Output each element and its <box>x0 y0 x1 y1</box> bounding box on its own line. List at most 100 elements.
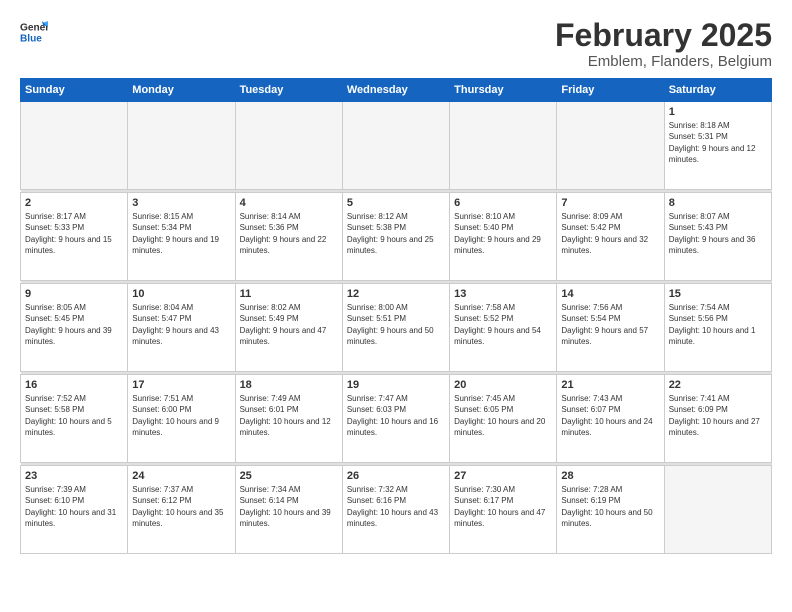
day-detail: Sunrise: 7:52 AM Sunset: 5:58 PM Dayligh… <box>25 393 123 438</box>
day-detail: Sunrise: 7:54 AM Sunset: 5:56 PM Dayligh… <box>669 302 767 347</box>
week-row-1: 1 Sunrise: 8:18 AM Sunset: 5:31 PM Daylig… <box>21 102 772 190</box>
day-cell: 23 Sunrise: 7:39 AM Sunset: 6:10 PM Dayli… <box>21 466 128 554</box>
day-detail: Sunrise: 8:02 AM Sunset: 5:49 PM Dayligh… <box>240 302 338 347</box>
day-cell: 22 Sunrise: 7:41 AM Sunset: 6:09 PM Dayli… <box>664 375 771 463</box>
day-detail: Sunrise: 7:37 AM Sunset: 6:12 PM Dayligh… <box>132 484 230 529</box>
day-number: 16 <box>25 379 123 391</box>
day-number: 10 <box>132 288 230 300</box>
day-number: 20 <box>454 379 552 391</box>
day-number: 15 <box>669 288 767 300</box>
header: General Blue February 2025 Emblem, Fland… <box>20 18 772 70</box>
day-cell: 8 Sunrise: 8:07 AM Sunset: 5:43 PM Daylig… <box>664 193 771 281</box>
day-cell <box>342 102 449 190</box>
col-sunday: Sunday <box>21 79 128 102</box>
day-detail: Sunrise: 7:32 AM Sunset: 6:16 PM Dayligh… <box>347 484 445 529</box>
day-number: 13 <box>454 288 552 300</box>
day-cell: 17 Sunrise: 7:51 AM Sunset: 6:00 PM Dayli… <box>128 375 235 463</box>
weekday-header-row: Sunday Monday Tuesday Wednesday Thursday… <box>21 79 772 102</box>
day-number: 8 <box>669 197 767 209</box>
day-number: 27 <box>454 470 552 482</box>
day-cell: 1 Sunrise: 8:18 AM Sunset: 5:31 PM Daylig… <box>664 102 771 190</box>
day-detail: Sunrise: 8:18 AM Sunset: 5:31 PM Dayligh… <box>669 120 767 165</box>
day-cell: 24Sunrise: 7:37 AM Sunset: 6:12 PM Dayli… <box>128 466 235 554</box>
day-cell: 28Sunrise: 7:28 AM Sunset: 6:19 PM Dayli… <box>557 466 664 554</box>
day-cell <box>450 102 557 190</box>
day-detail: Sunrise: 7:43 AM Sunset: 6:07 PM Dayligh… <box>561 393 659 438</box>
day-detail: Sunrise: 8:15 AM Sunset: 5:34 PM Dayligh… <box>132 211 230 256</box>
day-cell <box>128 102 235 190</box>
day-detail: Sunrise: 7:56 AM Sunset: 5:54 PM Dayligh… <box>561 302 659 347</box>
day-detail: Sunrise: 8:14 AM Sunset: 5:36 PM Dayligh… <box>240 211 338 256</box>
day-detail: Sunrise: 8:09 AM Sunset: 5:42 PM Dayligh… <box>561 211 659 256</box>
day-number: 21 <box>561 379 659 391</box>
week-row-2: 2 Sunrise: 8:17 AM Sunset: 5:33 PM Daylig… <box>21 193 772 281</box>
col-wednesday: Wednesday <box>342 79 449 102</box>
col-thursday: Thursday <box>450 79 557 102</box>
day-cell <box>557 102 664 190</box>
day-detail: Sunrise: 8:12 AM Sunset: 5:38 PM Dayligh… <box>347 211 445 256</box>
week-row-4: 16 Sunrise: 7:52 AM Sunset: 5:58 PM Dayli… <box>21 375 772 463</box>
day-number: 19 <box>347 379 445 391</box>
title-block: February 2025 Emblem, Flanders, Belgium <box>555 18 772 70</box>
day-detail: Sunrise: 7:47 AM Sunset: 6:03 PM Dayligh… <box>347 393 445 438</box>
col-monday: Monday <box>128 79 235 102</box>
day-cell <box>21 102 128 190</box>
day-detail: Sunrise: 7:49 AM Sunset: 6:01 PM Dayligh… <box>240 393 338 438</box>
logo-icon: General Blue <box>20 18 48 46</box>
day-cell: 25Sunrise: 7:34 AM Sunset: 6:14 PM Dayli… <box>235 466 342 554</box>
day-detail: Sunrise: 7:51 AM Sunset: 6:00 PM Dayligh… <box>132 393 230 438</box>
day-cell: 2 Sunrise: 8:17 AM Sunset: 5:33 PM Daylig… <box>21 193 128 281</box>
day-number: 3 <box>132 197 230 209</box>
day-number: 26 <box>347 470 445 482</box>
day-number: 12 <box>347 288 445 300</box>
day-cell: 15 Sunrise: 7:54 AM Sunset: 5:56 PM Dayli… <box>664 284 771 372</box>
day-number: 11 <box>240 288 338 300</box>
day-number: 25 <box>240 470 338 482</box>
day-number: 18 <box>240 379 338 391</box>
day-cell: 5 Sunrise: 8:12 AM Sunset: 5:38 PM Daylig… <box>342 193 449 281</box>
day-number: 23 <box>25 470 123 482</box>
day-detail: Sunrise: 7:58 AM Sunset: 5:52 PM Dayligh… <box>454 302 552 347</box>
day-cell <box>664 466 771 554</box>
day-detail: Sunrise: 8:07 AM Sunset: 5:43 PM Dayligh… <box>669 211 767 256</box>
day-cell: 19 Sunrise: 7:47 AM Sunset: 6:03 PM Dayli… <box>342 375 449 463</box>
day-cell: 16 Sunrise: 7:52 AM Sunset: 5:58 PM Dayli… <box>21 375 128 463</box>
day-cell: 14 Sunrise: 7:56 AM Sunset: 5:54 PM Dayli… <box>557 284 664 372</box>
day-number: 14 <box>561 288 659 300</box>
day-number: 1 <box>669 106 767 118</box>
calendar-table: Sunday Monday Tuesday Wednesday Thursday… <box>20 78 772 554</box>
day-number: 4 <box>240 197 338 209</box>
day-detail: Sunrise: 8:04 AM Sunset: 5:47 PM Dayligh… <box>132 302 230 347</box>
day-detail: Sunrise: 8:10 AM Sunset: 5:40 PM Dayligh… <box>454 211 552 256</box>
day-number: 9 <box>25 288 123 300</box>
day-detail: Sunrise: 7:39 AM Sunset: 6:10 PM Dayligh… <box>25 484 123 529</box>
day-cell: 10 Sunrise: 8:04 AM Sunset: 5:47 PM Dayli… <box>128 284 235 372</box>
day-cell: 11 Sunrise: 8:02 AM Sunset: 5:49 PM Dayli… <box>235 284 342 372</box>
day-detail: Sunrise: 7:30 AM Sunset: 6:17 PM Dayligh… <box>454 484 552 529</box>
logo: General Blue <box>20 18 48 46</box>
day-number: 2 <box>25 197 123 209</box>
day-number: 6 <box>454 197 552 209</box>
day-cell: 9Sunrise: 8:05 AM Sunset: 5:45 PM Daylig… <box>21 284 128 372</box>
day-detail: Sunrise: 8:17 AM Sunset: 5:33 PM Dayligh… <box>25 211 123 256</box>
week-row-5: 23 Sunrise: 7:39 AM Sunset: 6:10 PM Dayli… <box>21 466 772 554</box>
day-cell: 26 Sunrise: 7:32 AM Sunset: 6:16 PM Dayli… <box>342 466 449 554</box>
day-cell: 21 Sunrise: 7:43 AM Sunset: 6:07 PM Dayli… <box>557 375 664 463</box>
day-number: 17 <box>132 379 230 391</box>
day-cell: 12 Sunrise: 8:00 AM Sunset: 5:51 PM Dayli… <box>342 284 449 372</box>
col-friday: Friday <box>557 79 664 102</box>
day-cell <box>235 102 342 190</box>
svg-text:Blue: Blue <box>20 33 42 44</box>
day-cell: 7Sunrise: 8:09 AM Sunset: 5:42 PM Daylig… <box>557 193 664 281</box>
day-detail: Sunrise: 7:41 AM Sunset: 6:09 PM Dayligh… <box>669 393 767 438</box>
day-detail: Sunrise: 8:00 AM Sunset: 5:51 PM Dayligh… <box>347 302 445 347</box>
day-number: 5 <box>347 197 445 209</box>
page: General Blue February 2025 Emblem, Fland… <box>0 0 792 612</box>
day-cell: 6 Sunrise: 8:10 AM Sunset: 5:40 PM Daylig… <box>450 193 557 281</box>
day-number: 28 <box>561 470 659 482</box>
day-number: 22 <box>669 379 767 391</box>
col-saturday: Saturday <box>664 79 771 102</box>
day-cell: 3 Sunrise: 8:15 AM Sunset: 5:34 PM Daylig… <box>128 193 235 281</box>
col-tuesday: Tuesday <box>235 79 342 102</box>
day-cell: 4 Sunrise: 8:14 AM Sunset: 5:36 PM Daylig… <box>235 193 342 281</box>
